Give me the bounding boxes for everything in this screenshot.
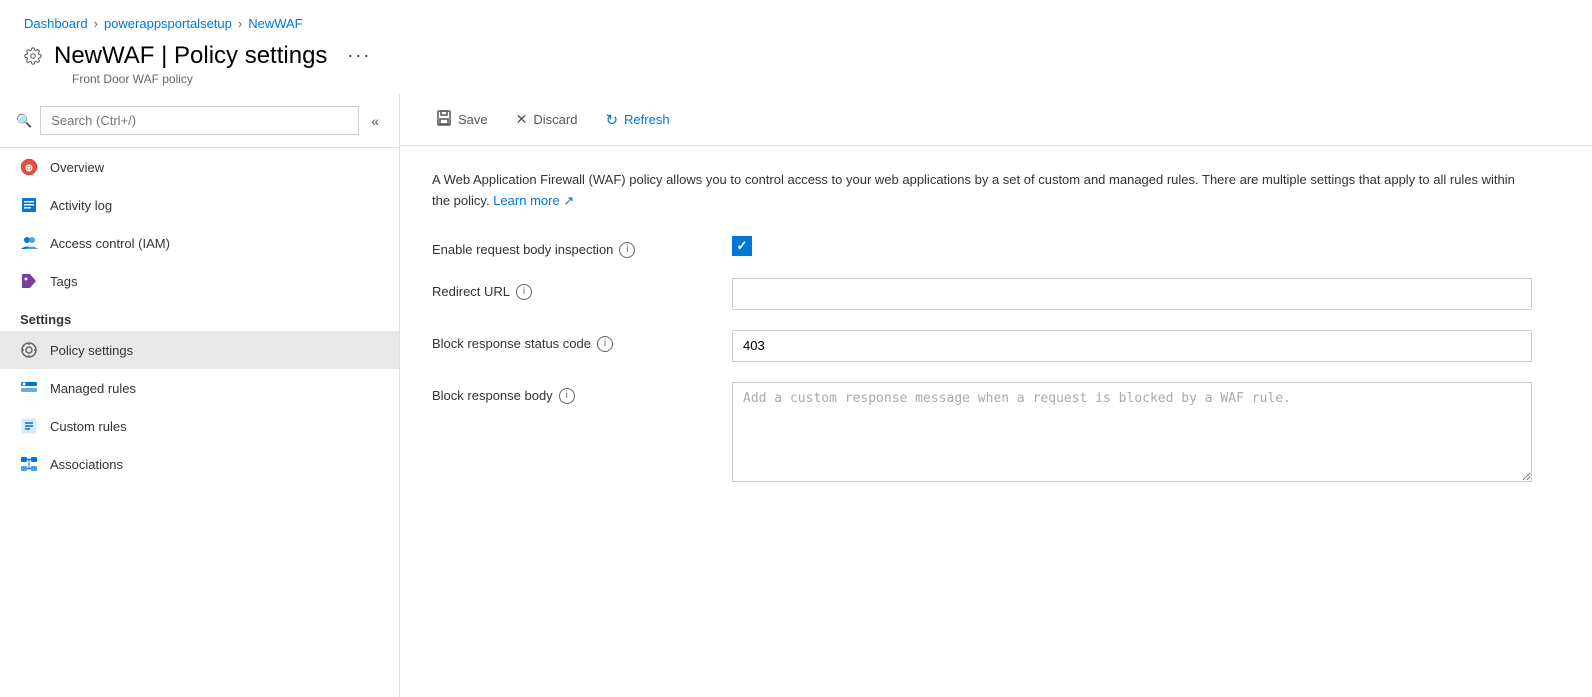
field-label-block-response-body: Block response body i (432, 382, 732, 404)
collapse-sidebar-button[interactable]: « (367, 109, 383, 133)
form-row-block-response-status: Block response status code i (432, 330, 1560, 362)
sidebar-item-associations[interactable]: Associations (0, 445, 399, 483)
managed-rules-icon (20, 379, 38, 397)
refresh-label: Refresh (624, 112, 670, 127)
form-row-redirect-url: Redirect URL i (432, 278, 1560, 310)
sidebar-item-overview[interactable]: ⊕ Overview (0, 148, 399, 186)
breadcrumb: Dashboard › powerappsportalsetup › NewWA… (24, 16, 1568, 31)
description-text: A Web Application Firewall (WAF) policy … (432, 170, 1532, 212)
toolbar: Save ✕ Discard ↻ Refresh (400, 94, 1592, 146)
iam-icon (20, 234, 38, 252)
sidebar-item-custom-rules[interactable]: Custom rules (0, 407, 399, 445)
info-icon-enable-request-body[interactable]: i (619, 242, 635, 258)
search-bar: 🔍 « (0, 94, 399, 148)
block-response-status-input[interactable] (732, 330, 1532, 362)
policy-settings-icon (20, 341, 38, 359)
sidebar-item-tags[interactable]: Tags (0, 262, 399, 300)
search-icon: 🔍 (16, 113, 32, 129)
page-header: Dashboard › powerappsportalsetup › NewWA… (0, 0, 1592, 94)
sidebar-item-iam[interactable]: Access control (IAM) (0, 224, 399, 262)
enable-request-body-checkbox[interactable] (732, 236, 752, 256)
field-control-enable-request-body (732, 236, 1532, 256)
breadcrumb-setup[interactable]: powerappsportalsetup (104, 16, 232, 31)
custom-rules-icon (20, 417, 38, 435)
sidebar-item-custom-rules-label: Custom rules (50, 419, 127, 434)
sidebar-item-activity-log-label: Activity log (50, 198, 112, 213)
associations-icon (20, 455, 38, 473)
field-control-block-response-status (732, 330, 1532, 362)
refresh-button[interactable]: ↻ Refresh (593, 105, 681, 135)
discard-icon: ✕ (516, 111, 528, 128)
discard-button[interactable]: ✕ Discard (504, 105, 590, 134)
redirect-url-input[interactable] (732, 278, 1532, 310)
page-title: NewWAF | Policy settings (54, 42, 327, 70)
activity-log-icon (20, 196, 38, 214)
content-body: A Web Application Firewall (WAF) policy … (400, 146, 1592, 697)
gear-icon-large (24, 47, 42, 65)
info-icon-block-status[interactable]: i (597, 336, 613, 352)
overview-icon: ⊕ (20, 158, 38, 176)
tags-icon (20, 272, 38, 290)
sidebar-item-iam-label: Access control (IAM) (50, 236, 170, 251)
settings-section-header: Settings (0, 300, 399, 331)
discard-label: Discard (533, 112, 577, 127)
breadcrumb-dashboard[interactable]: Dashboard (24, 16, 88, 31)
sidebar-item-activity-log[interactable]: Activity log (0, 186, 399, 224)
more-options-button[interactable]: ··· (339, 41, 379, 70)
title-row: NewWAF | Policy settings ··· (24, 41, 1568, 70)
sidebar-item-tags-label: Tags (50, 274, 77, 289)
block-response-body-textarea[interactable] (732, 382, 1532, 482)
field-control-block-response-body (732, 382, 1532, 485)
learn-more-link[interactable]: Learn more ↗ (493, 193, 574, 208)
search-input[interactable] (40, 106, 359, 135)
field-label-block-response-status: Block response status code i (432, 330, 732, 352)
field-label-redirect-url: Redirect URL i (432, 278, 732, 300)
page-subtitle: Front Door WAF policy (72, 72, 1568, 86)
field-control-redirect-url (732, 278, 1532, 310)
sidebar: 🔍 « ⊕ Overview (0, 94, 400, 697)
sidebar-item-policy-settings[interactable]: Policy settings (0, 331, 399, 369)
sidebar-item-managed-rules-label: Managed rules (50, 381, 136, 396)
sidebar-item-overview-label: Overview (50, 160, 104, 175)
save-label: Save (458, 112, 488, 127)
form-row-enable-request-body: Enable request body inspection i (432, 236, 1560, 258)
refresh-icon: ↻ (605, 111, 618, 129)
info-icon-redirect-url[interactable]: i (516, 284, 532, 300)
main-content: Save ✕ Discard ↻ Refresh A Web Applicati… (400, 94, 1592, 697)
breadcrumb-newwaf[interactable]: NewWAF (248, 16, 302, 31)
save-button[interactable]: Save (424, 104, 500, 135)
save-icon (436, 110, 452, 129)
sidebar-item-managed-rules[interactable]: Managed rules (0, 369, 399, 407)
info-icon-block-body[interactable]: i (559, 388, 575, 404)
sidebar-item-associations-label: Associations (50, 457, 123, 472)
svg-text:⊕: ⊕ (25, 163, 33, 174)
form-row-block-response-body: Block response body i (432, 382, 1560, 485)
sidebar-item-policy-settings-label: Policy settings (50, 343, 133, 358)
field-label-enable-request-body: Enable request body inspection i (432, 236, 732, 258)
